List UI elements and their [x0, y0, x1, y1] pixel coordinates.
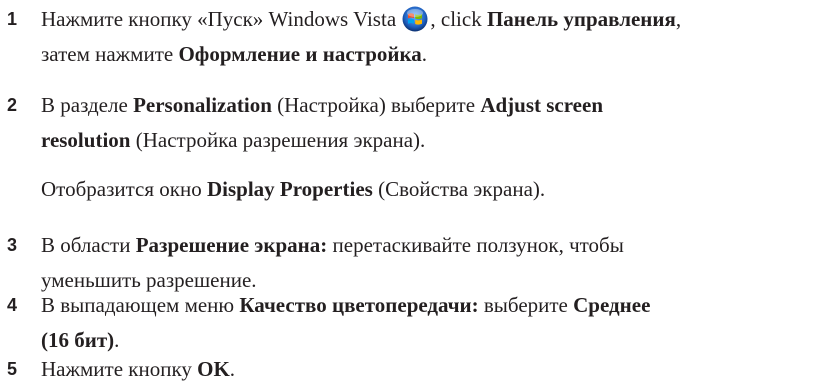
- step-text-run: (Настройка разрешения экрана).: [130, 128, 426, 152]
- step-number: 5: [7, 359, 18, 379]
- step-text: Нажмите кнопку «Пуск» Windows Vista , cl…: [41, 2, 833, 72]
- step-number: 4: [7, 295, 18, 315]
- medium-16bit-label: Среднее: [573, 293, 651, 317]
- text-line: В разделе Personalization (Настройка) вы…: [41, 88, 833, 123]
- step-number: 3: [7, 235, 18, 255]
- text-line: Нажмите кнопку «Пуск» Windows Vista , cl…: [41, 2, 833, 37]
- step-text-run: , click: [430, 7, 487, 31]
- windows-vista-start-orb-icon: [402, 6, 428, 32]
- step-text-run: .: [229, 357, 236, 381]
- text-line: Нажмите кнопку OK.: [41, 352, 833, 387]
- instructions-document: 1 Нажмите кнопку «Пуск» Windows Vista , …: [0, 0, 833, 387]
- step-text-run: Нажмите кнопку «Пуск» Windows Vista: [41, 7, 397, 31]
- step-text-run: (Свойства экрана).: [372, 177, 546, 201]
- step-number: 1: [7, 9, 18, 29]
- step-text-run: .: [421, 42, 428, 66]
- text-line: В области Разрешение экрана: перетаскива…: [41, 228, 833, 263]
- step-text-run: В области: [41, 233, 136, 257]
- step-text: В разделе Personalization (Настройка) вы…: [41, 88, 833, 158]
- adjust-resolution-label: Adjust screen: [480, 93, 604, 117]
- screen-resolution-label: Разрешение экрана:: [135, 233, 328, 257]
- appearance-label: Оформление и настройка: [178, 42, 422, 66]
- step-text: В выпадающем меню Качество цветопередачи…: [41, 288, 833, 358]
- step-text-run: ,: [675, 7, 682, 31]
- step-text-run: Отобразится окно: [41, 177, 207, 201]
- step-text-run: Нажмите кнопку: [41, 357, 198, 381]
- text-line: resolution (Настройка разрешения экрана)…: [41, 123, 833, 158]
- step-text-run: выберите: [478, 293, 574, 317]
- text-line: Отобразится окно Display Properties (Сво…: [41, 172, 833, 207]
- ok-label: OK: [197, 357, 230, 381]
- step-number: 2: [7, 95, 18, 115]
- step-text-run: (Настройка) выберите: [271, 93, 481, 117]
- step-text-run: В выпадающем меню: [41, 293, 240, 317]
- personalization-label: Personalization: [133, 93, 272, 117]
- color-quality-label: Качество цветопередачи:: [239, 293, 479, 317]
- step-text-run: В разделе: [41, 93, 134, 117]
- text-line: В выпадающем меню Качество цветопередачи…: [41, 288, 833, 323]
- note-text: Отобразится окно Display Properties (Сво…: [41, 172, 833, 207]
- adjust-resolution-label-cont: resolution: [41, 128, 131, 152]
- medium-16bit-label-cont: (16 бит): [41, 328, 115, 352]
- text-line: затем нажмите Оформление и настройка.: [41, 37, 833, 72]
- step-text-run: .: [114, 328, 120, 352]
- step-text: Нажмите кнопку OK.: [41, 352, 833, 387]
- control-panel-label: Панель управления: [486, 7, 676, 31]
- step-text-run: перетаскивайте ползунок, чтобы: [327, 233, 624, 257]
- display-properties-label: Display Properties: [206, 177, 373, 201]
- step-text-run: затем нажмите: [41, 42, 179, 66]
